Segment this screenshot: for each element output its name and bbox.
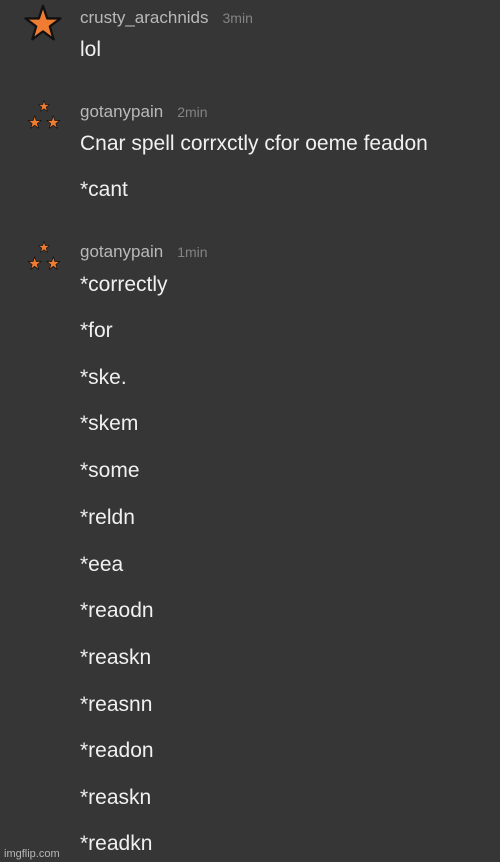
message-text: Cnar spell corrxctly cfor oeme feadon [80,132,428,155]
message-text: *correctly [80,273,168,296]
imgflip-watermark: imgflip.com [4,848,60,860]
timestamp: 3min [222,10,253,26]
message-header: gotanypain 2min [80,102,208,124]
message-header: gotanypain 1min [80,242,208,264]
message-text: *reaskn [80,786,152,809]
message-header: crusty_arachnids 3min [80,8,253,30]
message-text: *reasnn [80,693,153,716]
timestamp: 1min [177,244,208,260]
message-text: *eea [80,553,124,576]
message-text: *some [80,459,140,482]
username[interactable]: crusty_arachnids [80,8,209,27]
message-text: *skem [80,412,139,435]
message-text: *readon [80,739,154,762]
timestamp: 2min [177,104,208,120]
username[interactable]: gotanypain [80,242,163,261]
triple-star-icon[interactable] [26,241,66,281]
message-text: *reaodn [80,599,154,622]
message-text: *reaskn [80,646,152,669]
triple-star-icon[interactable] [26,100,66,140]
orange-star-icon[interactable] [24,4,64,44]
username[interactable]: gotanypain [80,102,163,121]
message-text: *readkn [80,832,153,855]
message-text: *reldn [80,506,135,529]
message-text: *for [80,319,113,342]
message-text: *cant [80,178,128,201]
message-text: lol [80,38,102,61]
message-text: *ske. [80,366,127,389]
